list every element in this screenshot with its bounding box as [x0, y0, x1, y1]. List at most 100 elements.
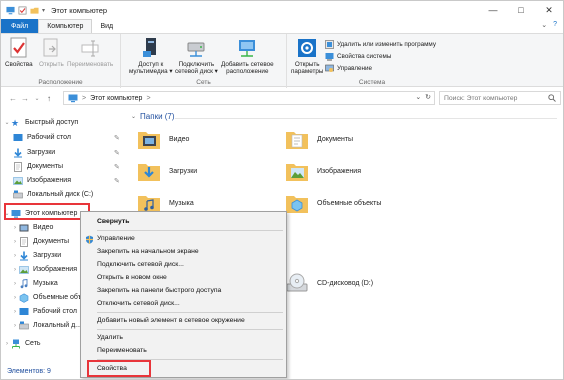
menu-separator — [97, 230, 283, 231]
open-settings-button[interactable]: Открыть параметры — [291, 37, 323, 75]
menu-separator — [97, 312, 283, 313]
menu-disconnect-network-drive[interactable]: Отключить сетевой диск... — [97, 300, 180, 307]
minimize-button[interactable]: — — [479, 1, 507, 19]
folder-pictures[interactable]: Изображения — [285, 160, 361, 182]
collapse-arrow-icon[interactable]: ⌄ — [3, 119, 11, 126]
expand-arrow-icon[interactable]: › — [3, 341, 11, 347]
document-icon — [20, 236, 28, 247]
tab-computer[interactable]: Компьютер — [38, 19, 93, 33]
pin-icon: ✎ — [114, 164, 120, 171]
nav-quick-local-disk[interactable]: Локальный диск (C:) — [13, 188, 93, 201]
folder-downloads[interactable]: Загрузки — [137, 160, 197, 182]
nav-pc-downloads[interactable]: › Загрузки — [11, 249, 61, 262]
nav-pc-pictures[interactable]: › Изображения — [11, 263, 77, 276]
expand-arrow-icon[interactable]: › — [11, 323, 19, 329]
search-icon[interactable] — [548, 94, 556, 102]
network-location-icon — [239, 40, 256, 57]
map-drive-button[interactable]: Подключить сетевой диск ▾ — [175, 37, 218, 75]
open-button[interactable]: Открыть — [39, 37, 64, 68]
local-disk-icon — [19, 321, 29, 329]
cd-drive[interactable]: CD-дисковод (D:) — [285, 272, 373, 294]
ribbon-right-controls: ⌄ ? — [541, 21, 557, 29]
pictures-icon — [19, 265, 29, 274]
system-properties-button[interactable]: Свойства системы — [325, 52, 391, 61]
menu-add-network-location[interactable]: Добавить новый элемент в сетевое окружен… — [97, 317, 245, 324]
nav-quick-local-disk-label: Локальный диск (C:) — [27, 191, 94, 198]
expand-arrow-icon[interactable]: › — [11, 225, 19, 231]
refresh-icon[interactable]: ↻ — [425, 94, 431, 101]
folders-section-header[interactable]: ⌄ Папки (7) — [131, 112, 175, 121]
address-computer-icon — [68, 94, 78, 102]
nav-pc-music-label: Музыка — [33, 280, 58, 287]
menu-rename[interactable]: Переименовать — [97, 347, 147, 354]
management-icon — [325, 64, 334, 72]
menu-manage[interactable]: Управление — [97, 235, 135, 242]
management-button[interactable]: Управление — [325, 64, 372, 73]
properties-check-icon[interactable] — [18, 6, 27, 15]
menu-open-new-window[interactable]: Открыть в новом окне — [97, 274, 167, 281]
nav-quick-downloads[interactable]: Загрузки — [13, 146, 55, 159]
uninstall-program-button[interactable]: Удалить или изменить программу — [325, 40, 436, 49]
back-button[interactable]: ← — [7, 91, 19, 105]
rename-button[interactable]: Переименовать — [67, 37, 113, 68]
status-bar: Элементов: 9 — [1, 363, 563, 379]
tab-view[interactable]: Вид — [92, 19, 121, 33]
nav-pc-music[interactable]: › Музыка — [11, 277, 58, 290]
menu-delete[interactable]: Удалить — [97, 334, 123, 341]
folder-documents[interactable]: Документы — [285, 128, 353, 150]
menu-map-network-drive[interactable]: Подключить сетевой диск... — [97, 261, 184, 268]
highlight-this-pc — [4, 203, 90, 220]
nav-network-label: Сеть — [25, 340, 41, 347]
search-box[interactable]: Поиск: Этот компьютер — [439, 91, 561, 105]
menu-collapse[interactable]: Свернуть — [97, 218, 129, 225]
expand-arrow-icon[interactable]: › — [11, 309, 19, 315]
new-folder-icon[interactable] — [30, 6, 39, 15]
window-title: Этот компьютер — [51, 5, 108, 15]
quick-access-toolbar: ▾ — [1, 6, 45, 15]
address-separator-2: > — [146, 94, 151, 102]
nav-network[interactable]: › Сеть — [3, 337, 41, 350]
expand-arrow-icon[interactable]: › — [11, 253, 19, 259]
nav-quick-access[interactable]: ⌄ ★ Быстрый доступ — [3, 116, 78, 129]
nav-pc-documents[interactable]: › Документы — [11, 235, 69, 248]
address-bar[interactable]: > Этот компьютер > ⌄ ↻ — [63, 91, 435, 105]
add-network-location-button[interactable]: Добавить сетевое расположение — [221, 37, 274, 75]
search-input[interactable]: Поиск: Этот компьютер — [444, 95, 517, 102]
menu-pin-quick-access[interactable]: Закрепить на панели быстрого доступа — [97, 287, 221, 294]
up-button[interactable]: ↑ — [43, 91, 55, 105]
help-button[interactable]: ? — [553, 21, 557, 29]
qa-dropdown-icon[interactable]: ▾ — [42, 7, 45, 14]
ribbon-group-location: Свойства Открыть Переименовать Расположе… — [1, 34, 121, 88]
nav-pc-desktop[interactable]: › Рабочий стол — [11, 305, 77, 318]
nav-quick-desktop[interactable]: Рабочий стол — [13, 131, 71, 144]
address-dropdown-icon[interactable]: ⌄ — [415, 94, 421, 101]
expand-arrow-icon[interactable]: › — [11, 239, 19, 245]
tab-file[interactable]: Файл — [1, 19, 39, 33]
maximize-button[interactable]: □ — [507, 1, 535, 19]
nav-pc-3d-objects[interactable]: › Объемные объ... — [11, 291, 88, 304]
nav-pc-local-disk[interactable]: › Локальный д... — [11, 319, 81, 332]
recent-locations-button[interactable]: ⌄ — [31, 91, 43, 105]
collapse-arrow-icon[interactable]: ⌄ — [131, 113, 136, 120]
nav-pc-documents-label: Документы — [33, 238, 70, 245]
expand-arrow-icon[interactable]: › — [11, 281, 19, 287]
explorer-window: ▾ Этот компьютер — □ ✕ Файл Компьютер Ви… — [0, 0, 564, 380]
nav-quick-pictures[interactable]: Изображения — [13, 174, 71, 187]
local-disk-icon — [13, 190, 23, 198]
nav-quick-documents[interactable]: Документы — [13, 160, 63, 173]
expand-arrow-icon[interactable]: › — [11, 267, 19, 273]
close-button[interactable]: ✕ — [535, 1, 563, 19]
address-path[interactable]: Этот компьютер — [90, 95, 142, 102]
properties-button[interactable]: Свойства — [5, 37, 33, 68]
forward-button[interactable]: → — [19, 91, 31, 105]
ribbon-expand-icon[interactable]: ⌄ — [541, 21, 547, 29]
expand-arrow-icon[interactable]: › — [11, 295, 19, 301]
folder-videos[interactable]: Видео — [137, 128, 189, 150]
open-icon — [43, 38, 58, 57]
nav-pc-videos[interactable]: › Видео — [11, 221, 53, 234]
media-access-button[interactable]: Доступ к мультимедиа ▾ — [129, 37, 173, 75]
menu-pin-start[interactable]: Закрепить на начальном экране — [97, 248, 199, 255]
folder-3d-objects[interactable]: Объемные объекты — [285, 192, 381, 214]
folder-pictures-label: Изображения — [317, 167, 361, 175]
section-divider — [175, 118, 557, 119]
